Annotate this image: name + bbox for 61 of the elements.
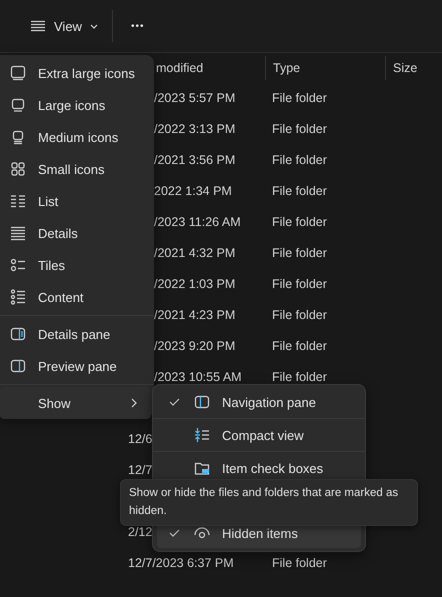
type-cell: File folder [272,152,327,166]
type-cell: File folder [272,308,327,322]
menu-item[interactable]: Medium icons [0,121,151,153]
small-icons-icon [10,161,26,177]
menu-item[interactable]: Details [0,217,151,249]
type-cell: File folder [272,122,327,136]
menu-item[interactable]: Small icons [0,153,151,185]
view-button[interactable]: View [28,14,100,38]
date-cell: 12/7 [128,462,152,476]
type-cell: File folder [272,276,327,290]
date-cell: /2021 4:32 PM [154,246,236,260]
details-icon [10,225,26,241]
menu-item[interactable]: Large icons [0,89,151,121]
medium-icons-icon [10,129,26,145]
menu-item[interactable]: Tiles [0,249,151,281]
column-header[interactable]: modified [156,56,266,80]
date-cell: /2022 3:13 PM [154,122,236,136]
date-cell: 12/7/2023 6:37 PM [128,556,234,570]
date-cell: /2023 10:55 AM [154,370,242,384]
type-cell: File folder [272,370,327,384]
more-button[interactable]: ••• [128,16,146,36]
type-cell: File folder [272,338,327,352]
tooltip: Show or hide the files and folders that are marked as hidden. [120,479,418,526]
date-cell: 2022 1:34 PM [154,184,232,198]
chevron-right-icon [131,398,137,408]
date-cell: /2022 1:03 PM [154,276,236,290]
type-cell: File folder [272,184,327,198]
list-icon [10,193,26,209]
menu-item[interactable]: Show [0,387,151,419]
date-cell: /2021 3:56 PM [154,152,236,166]
menu-item[interactable]: Details pane [0,318,151,350]
menu-item[interactable]: List [0,185,151,217]
details-icon [30,20,46,32]
column-header[interactable]: Size [386,56,418,80]
date-cell: /2021 4:23 PM [154,308,236,322]
navigation-pane-icon [194,394,210,410]
date-cell: 2/12 [128,524,152,538]
type-cell: File folder [272,90,327,104]
date-cell: /2023 5:57 PM [154,90,236,104]
chevron-down-icon [90,24,98,28]
type-cell: File folder [272,246,327,260]
type-cell: File folder [272,214,327,228]
menu-item[interactable]: Content [0,281,151,313]
large-icons-icon [10,97,26,113]
menu-item[interactable]: Extra large icons [0,57,151,89]
details-pane-icon [10,326,26,342]
content-icon [10,289,26,305]
date-cell: /2023 11:26 AM [154,214,241,228]
folder-icon [194,460,210,476]
compact-view-icon [194,427,210,443]
type-cell: File folder [272,556,327,570]
column-header[interactable]: Type [266,56,386,80]
date-cell: 12/6 [128,432,152,446]
eye-icon [194,525,210,541]
menu-item[interactable]: Compact view [157,420,361,450]
menu-item[interactable]: Navigation pane [157,387,361,417]
date-cell: /2023 9:20 PM [154,338,236,352]
extra-large-icons-icon [10,65,26,81]
tiles-icon [10,257,26,273]
menu-item[interactable]: Preview pane [0,350,151,382]
preview-pane-icon [10,358,26,374]
